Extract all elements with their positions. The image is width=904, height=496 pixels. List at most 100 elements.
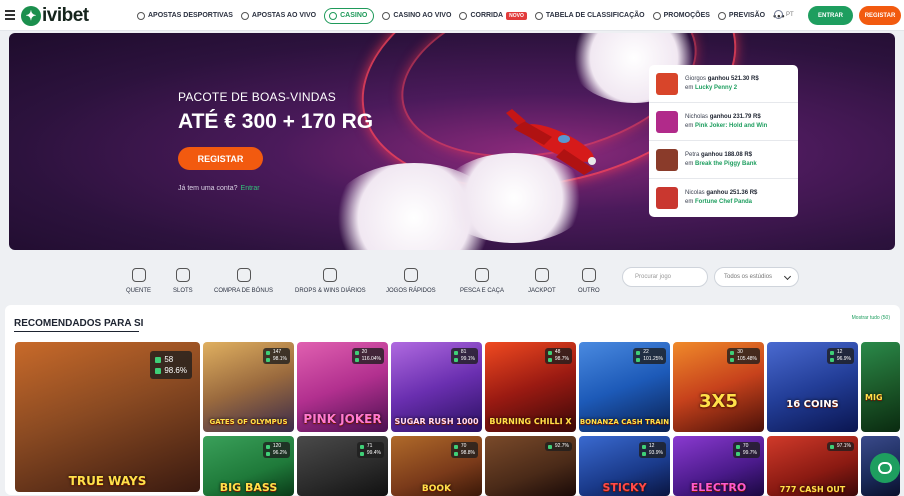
section-title: RECOMENDADOS PARA SI xyxy=(14,318,144,329)
game-tile[interactable]: 147 98.1% GATES OF OLYMPUS xyxy=(203,342,294,432)
game-tile[interactable]: 97.1% 777 CASH OUT xyxy=(767,436,858,496)
game-tile[interactable]: 120 96.2% BIG BASS xyxy=(203,436,294,496)
category-slots[interactable]: SLOTS xyxy=(173,268,193,294)
money-bag-icon xyxy=(236,268,251,282)
game-tile[interactable]: 30 105.48% 3X5 xyxy=(673,342,764,432)
game-name: BURNING CHILLI X xyxy=(489,417,572,426)
hero-register-button[interactable]: REGISTAR xyxy=(178,147,263,170)
logo[interactable]: ✦ ivibet xyxy=(21,5,89,27)
game-name: MIG xyxy=(865,393,883,402)
players-icon xyxy=(641,444,646,449)
category-quente[interactable]: QUENTE xyxy=(126,268,151,294)
game-stats: 147 98.1% xyxy=(262,348,290,364)
live-icon xyxy=(240,11,249,20)
cards-icon xyxy=(382,11,391,20)
winner-item[interactable]: Nicolas ganhou 251.36 R$ em Fortune Chef… xyxy=(649,179,798,217)
rtp-icon xyxy=(730,357,735,362)
show-all-link[interactable]: Mostrar tudo (50) xyxy=(852,315,890,321)
hero-subtitle: PACOTE DE BOAS-VINDAS xyxy=(178,90,337,104)
nav-corrida[interactable]: CORRIDA NOVO xyxy=(459,11,527,20)
rtp-icon xyxy=(354,357,359,362)
game-stats: 70 99.7% xyxy=(732,442,760,458)
winner-item[interactable]: Nicholas ganhou 231.79 R$ em Pink Joker:… xyxy=(649,103,798,141)
game-name: STICKY xyxy=(602,481,647,494)
winner-item[interactable]: Petra ganhou 188.08 R$ em Break the Pigg… xyxy=(649,141,798,179)
players-icon xyxy=(829,350,834,355)
category-pesca-caca[interactable]: PESCA E CAÇA xyxy=(460,268,504,294)
globe-icon xyxy=(774,10,783,19)
soccer-ball-icon xyxy=(137,11,145,20)
game-tile[interactable]: 71 99.4% xyxy=(297,436,388,496)
players-icon xyxy=(265,350,270,355)
game-name: ELECTRO xyxy=(690,481,747,494)
studio-select[interactable]: Todos os estúdios xyxy=(714,267,799,287)
game-stats: 71 99.4% xyxy=(356,442,384,458)
login-button[interactable]: ENTRAR xyxy=(808,6,853,25)
category-jogos-rapidos[interactable]: JOGOS RÁPIDOS xyxy=(386,268,436,294)
game-tile[interactable]: 70 99.7% ELECTRO xyxy=(673,436,764,496)
account-prompt: Já tem uma conta? Entrar xyxy=(178,185,260,192)
horse-icon xyxy=(459,11,468,20)
nav-previsao[interactable]: PREVISÃO xyxy=(717,11,765,20)
nav-tabela[interactable]: TABELA DE CLASSIFICAÇÃO xyxy=(534,11,645,20)
players-icon xyxy=(636,350,641,355)
rtp-icon xyxy=(547,357,552,362)
game-stats: 48 98.7% xyxy=(544,348,572,364)
logo-text: ivibet xyxy=(42,5,89,26)
nav-promocoes[interactable]: PROMOÇÕES xyxy=(652,11,710,20)
rtp-icon xyxy=(829,357,834,362)
category-compra-bonus[interactable]: COMPRA DE BÓNUS xyxy=(214,268,273,294)
game-name: GATES OF OLYMPUS xyxy=(209,418,288,426)
hero-banner[interactable]: PACOTE DE BOAS-VINDAS ATÉ € 300 + 170 RG… xyxy=(9,33,895,250)
login-link[interactable]: Entrar xyxy=(241,185,260,192)
game-stats: 81 99.1% xyxy=(450,348,478,364)
game-stats: 120 96.2% xyxy=(262,442,290,458)
game-stats: 20 116.04% xyxy=(351,348,384,364)
players-icon xyxy=(453,350,458,355)
chat-button[interactable] xyxy=(870,453,900,483)
category-drops-wins[interactable]: DROPS & WINS DIÁRIOS xyxy=(295,268,366,294)
game-tile[interactable]: 58 98.6% TRUE WAYS xyxy=(15,342,200,492)
players-icon xyxy=(735,444,740,449)
menu-icon[interactable] xyxy=(5,10,15,20)
rtp-icon xyxy=(735,451,740,456)
nav-casino-ao-vivo[interactable]: CASINO AO VIVO xyxy=(382,11,451,20)
players-icon xyxy=(453,444,458,449)
rtp-icon xyxy=(453,357,458,362)
game-tile[interactable]: 48 98.7% BURNING CHILLI X xyxy=(485,342,576,432)
rtp-icon xyxy=(265,357,270,362)
lightning-icon xyxy=(403,268,418,282)
chevron-down-icon xyxy=(783,272,792,281)
game-tile[interactable]: 20 116.04% PINK JOKER xyxy=(297,342,388,432)
rtp-icon xyxy=(547,444,552,449)
game-stats: 70 98.8% xyxy=(450,442,478,458)
game-stats: 12 93.9% xyxy=(638,442,666,458)
game-tile[interactable]: MIG xyxy=(861,342,900,432)
rtp-icon xyxy=(265,451,270,456)
forecast-icon xyxy=(717,11,726,20)
game-tile[interactable]: 70 98.8% BOOK xyxy=(391,436,482,496)
game-tile[interactable]: 12 96.9% 16 COINS xyxy=(767,342,858,432)
register-button[interactable]: REGISTAR xyxy=(859,6,901,25)
cherries-icon xyxy=(175,268,190,282)
nav-apostas-ao-vivo[interactable]: APOSTAS AO VIVO xyxy=(240,11,316,20)
game-tile[interactable]: 22 101.25% BONANZA CASH TRAIN xyxy=(579,342,670,432)
game-tile[interactable]: 81 99.1% SUGAR RUSH 1000 xyxy=(391,342,482,432)
search-input[interactable]: Procurar jogo xyxy=(622,267,708,287)
nav-casino[interactable]: CASINO xyxy=(324,7,375,24)
game-tile[interactable]: 12 93.9% STICKY xyxy=(579,436,670,496)
language-selector[interactable]: PT xyxy=(774,10,794,19)
main-nav: APOSTAS DESPORTIVAS APOSTAS AO VIVO CASI… xyxy=(137,0,786,31)
winner-item[interactable]: Giorgos ganhou 521.30 R$ em Lucky Penny … xyxy=(649,65,798,103)
nav-apostas-desportivas[interactable]: APOSTAS DESPORTIVAS xyxy=(137,11,233,20)
shield-logo-icon: ✦ xyxy=(21,6,41,26)
category-outro[interactable]: OUTRO xyxy=(578,268,600,294)
game-name: 3X5 xyxy=(699,391,738,412)
chili-icon xyxy=(131,268,146,282)
game-stats: 12 96.9% xyxy=(826,348,854,364)
game-thumbnail xyxy=(656,72,678,95)
rtp-icon xyxy=(359,451,364,456)
game-tile[interactable]: 92.7% xyxy=(485,436,576,496)
game-name: SUGAR RUSH 1000 xyxy=(394,417,479,426)
category-jackpot[interactable]: JACKPOT xyxy=(528,268,556,294)
